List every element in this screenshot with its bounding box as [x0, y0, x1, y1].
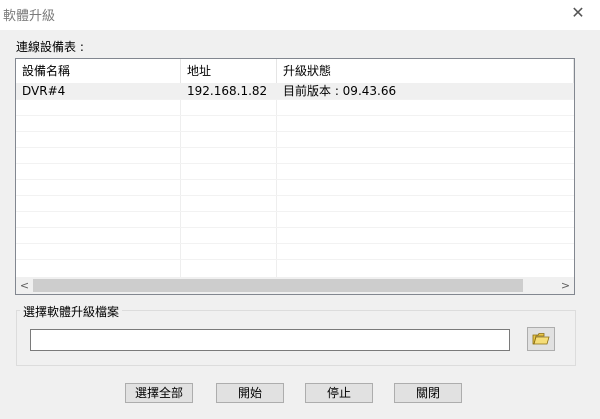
device-name-cell: DVR#4 — [22, 84, 66, 98]
close-button[interactable]: 關閉 — [394, 383, 462, 403]
column-header-device-name[interactable]: 設備名稱 — [16, 59, 181, 83]
row-divider — [16, 179, 574, 180]
folder-open-icon — [532, 333, 550, 345]
status-cell: 目前版本 : 09.43.66 — [283, 84, 397, 98]
file-group-label: 選擇軟體升級檔案 — [20, 303, 123, 320]
device-list[interactable]: 設備名稱 地址 升級狀態 DVR#4 192.168.1.82 目前版本 : 0… — [15, 58, 575, 295]
row-divider — [16, 259, 574, 260]
window-title: 軟體升級 — [3, 9, 56, 24]
row-divider — [16, 99, 574, 100]
row-divider — [16, 195, 574, 196]
row-divider — [16, 147, 574, 148]
column-header-address[interactable]: 地址 — [181, 59, 277, 83]
address-cell: 192.168.1.82 — [187, 84, 268, 98]
title-bar: 軟體升級 ✕ — [0, 0, 600, 30]
stop-button[interactable]: 停止 — [305, 383, 373, 403]
row-divider — [16, 163, 574, 164]
scrollbar-thumb[interactable] — [33, 279, 523, 292]
row-divider — [16, 227, 574, 228]
row-divider — [16, 115, 574, 116]
chevron-right-icon[interactable]: > — [557, 277, 574, 294]
row-divider — [16, 131, 574, 132]
select-all-button[interactable]: 選擇全部 — [125, 383, 193, 403]
device-list-label: 連線設備表 : — [16, 40, 84, 54]
column-divider — [276, 83, 277, 279]
start-button[interactable]: 開始 — [216, 383, 284, 403]
chevron-left-icon[interactable]: < — [16, 277, 33, 294]
column-header-status[interactable]: 升級狀態 — [277, 59, 574, 83]
table-row[interactable]: DVR#4 192.168.1.82 目前版本 : 09.43.66 — [16, 83, 574, 99]
device-list-header: 設備名稱 地址 升級狀態 — [16, 59, 574, 84]
column-divider — [180, 83, 181, 279]
row-divider — [16, 243, 574, 244]
close-icon[interactable]: ✕ — [568, 3, 588, 23]
row-divider — [16, 211, 574, 212]
horizontal-scrollbar[interactable]: < > — [16, 277, 574, 294]
firmware-file-path-input[interactable] — [30, 329, 510, 351]
browse-button[interactable] — [527, 327, 555, 351]
